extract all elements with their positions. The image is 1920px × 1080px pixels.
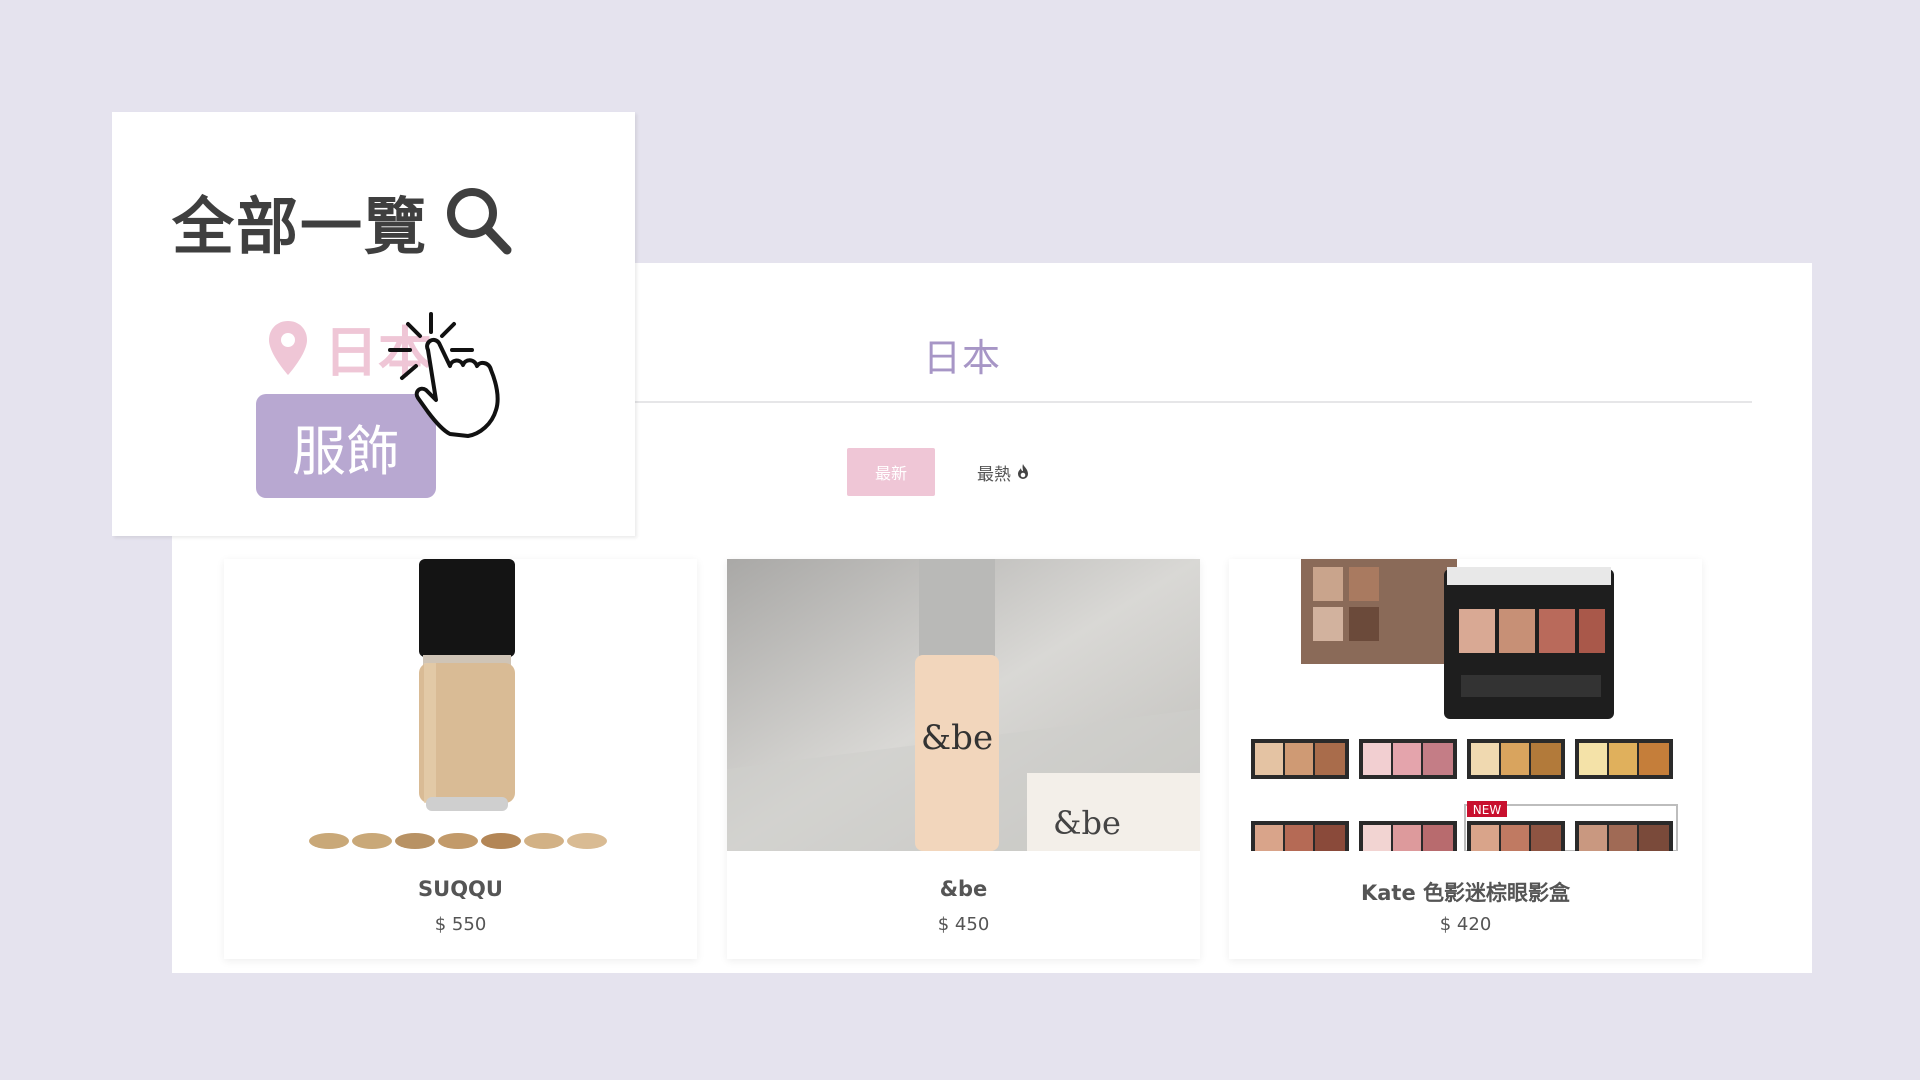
divider	[615, 401, 1752, 403]
sort-hottest-button[interactable]: 最熱	[977, 448, 1031, 496]
product-name: Kate 色影迷棕眼影盒	[1360, 881, 1571, 905]
search-icon[interactable]	[444, 185, 514, 257]
pointer-hand-icon	[388, 312, 500, 438]
product-card[interactable]: &be &be &be $ 450	[727, 559, 1200, 959]
product-card[interactable]: NEW Kate 色影迷棕眼影盒 $ 420	[1229, 559, 1702, 959]
all-items-heading[interactable]: 全部一覽	[172, 176, 514, 266]
sort-hottest-label: 最熱	[977, 464, 1011, 485]
map-pin-icon	[269, 320, 307, 375]
zoom-inset: 全部一覽 日本 服飾	[112, 112, 635, 536]
product-card[interactable]: SUQQU $ 550	[224, 559, 697, 959]
product-price: $ 450	[937, 914, 990, 935]
svg-text:&be: &be	[921, 718, 993, 758]
product-image-foundation	[224, 559, 697, 851]
fire-icon	[1018, 464, 1028, 479]
product-price: $ 420	[1439, 914, 1492, 935]
product-name: SUQQU	[418, 877, 503, 901]
product-image-eyeshadow: NEW	[1229, 559, 1702, 851]
svg-text:&be: &be	[1053, 804, 1121, 842]
product-price: $ 550	[434, 914, 487, 935]
product-name: &be	[939, 877, 988, 901]
sort-newest-button[interactable]: 最新	[847, 448, 935, 496]
svg-text:NEW: NEW	[1473, 803, 1502, 817]
product-image-primer: &be &be	[727, 559, 1200, 851]
all-items-label: 全部一覽	[172, 190, 429, 263]
